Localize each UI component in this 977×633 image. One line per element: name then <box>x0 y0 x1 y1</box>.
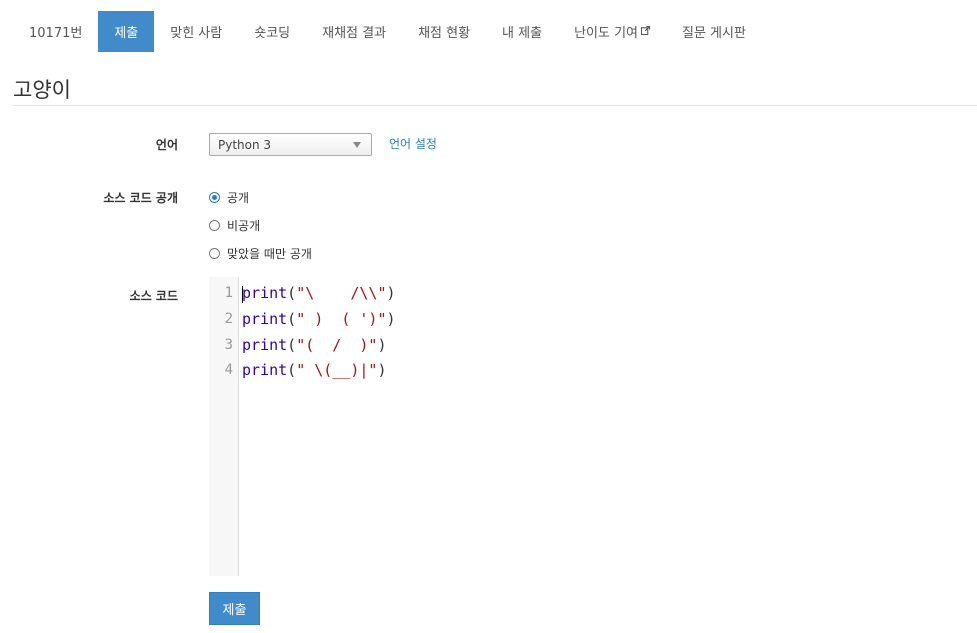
code-string: "( / )" <box>296 336 378 354</box>
language-label: 언어 <box>155 138 178 152</box>
nav-label: 재채점 결과 <box>322 26 387 41</box>
line-number: 2 <box>224 311 233 327</box>
code-text: print("\ /\\") <box>242 284 396 302</box>
nav-problem-number[interactable]: 10171번 <box>13 11 98 52</box>
code-keyword: print <box>242 336 288 354</box>
submit-button[interactable]: 제출 <box>209 592 260 625</box>
nav-my-submissions[interactable]: 내 제출 <box>486 11 558 52</box>
nav-label: 맞힌 사람 <box>170 26 223 41</box>
text-cursor <box>242 286 243 303</box>
visibility-option-accepted-only[interactable]: 맞았을 때만 공개 <box>209 245 312 262</box>
nav-label: 난이도 기여 <box>574 26 638 41</box>
code-punct: ) <box>377 361 387 379</box>
dropdown-arrow-icon <box>353 142 361 148</box>
radio-unchecked-icon[interactable] <box>209 248 220 259</box>
language-select[interactable]: Python 3 <box>209 133 372 156</box>
code-keyword: print <box>242 310 288 328</box>
line-number: 4 <box>224 362 233 378</box>
code-line: 1 print("\ /\\") <box>209 280 396 306</box>
nav-label: 숏코딩 <box>254 26 291 41</box>
nav-label: 질문 게시판 <box>682 26 746 41</box>
line-number: 1 <box>224 285 233 301</box>
code-string: " \(__)|" <box>296 361 378 379</box>
code-punct: ) <box>386 284 396 302</box>
nav-difficulty-contribution[interactable]: 난이도 기여 <box>558 11 666 52</box>
code-punct: ( <box>287 336 297 354</box>
nav-judge-status[interactable]: 채점 현황 <box>402 11 486 52</box>
code-string: "\ /\\" <box>296 284 387 302</box>
visibility-label: 소스 코드 공개 <box>103 191 178 205</box>
source-code-label: 소스 코드 <box>129 289 178 303</box>
nav-short-coding[interactable]: 숏코딩 <box>238 11 306 52</box>
nav-rejudge-results[interactable]: 재채점 결과 <box>306 11 402 52</box>
language-settings-link[interactable]: 언어 설정 <box>389 135 437 152</box>
code-line: 3 print("( / )") <box>209 332 387 358</box>
nav-label: 10171번 <box>29 26 83 41</box>
visibility-option-label: 맞았을 때만 공개 <box>227 247 312 261</box>
code-punct: ) <box>377 336 387 354</box>
language-selected-value: Python 3 <box>218 137 272 152</box>
code-line: 4 print(" \(__)|") <box>209 357 387 383</box>
code-text: print(" \(__)|") <box>242 361 387 379</box>
code-line: 2 print(" ) ( ')") <box>209 306 396 332</box>
nav-question-board[interactable]: 질문 게시판 <box>666 11 762 52</box>
nav-solved-users[interactable]: 맞힌 사람 <box>154 11 238 52</box>
problem-nav: 10171번 제출 맞힌 사람 숏코딩 재채점 결과 채점 현황 내 제출 난이… <box>13 11 762 52</box>
radio-unchecked-icon[interactable] <box>209 220 220 231</box>
code-punct: ( <box>287 310 297 328</box>
code-punct: ( <box>287 361 297 379</box>
code-keyword: print <box>242 284 288 302</box>
visibility-option-label: 공개 <box>227 191 250 205</box>
line-number: 3 <box>224 337 233 353</box>
radio-checked-icon[interactable] <box>209 192 220 203</box>
code-string: " ) ( ')" <box>296 310 387 328</box>
page-title: 고양이 <box>13 78 71 102</box>
nav-submit[interactable]: 제출 <box>98 11 155 52</box>
code-keyword: print <box>242 361 288 379</box>
code-editor[interactable]: 1 print("\ /\\") 2 print(" ) ( ')") 3 pr… <box>209 277 977 576</box>
code-text: print(" ) ( ')") <box>242 310 396 328</box>
external-link-icon <box>641 26 650 35</box>
code-punct: ) <box>386 310 396 328</box>
visibility-option-public[interactable]: 공개 <box>209 189 249 206</box>
visibility-option-label: 비공개 <box>227 219 261 233</box>
nav-label: 채점 현황 <box>418 26 471 41</box>
title-divider <box>13 105 977 106</box>
code-punct: ( <box>287 284 297 302</box>
visibility-option-private[interactable]: 비공개 <box>209 217 260 234</box>
code-text: print("( / )") <box>242 336 387 354</box>
nav-label: 내 제출 <box>502 26 543 41</box>
nav-label: 제출 <box>114 26 139 41</box>
